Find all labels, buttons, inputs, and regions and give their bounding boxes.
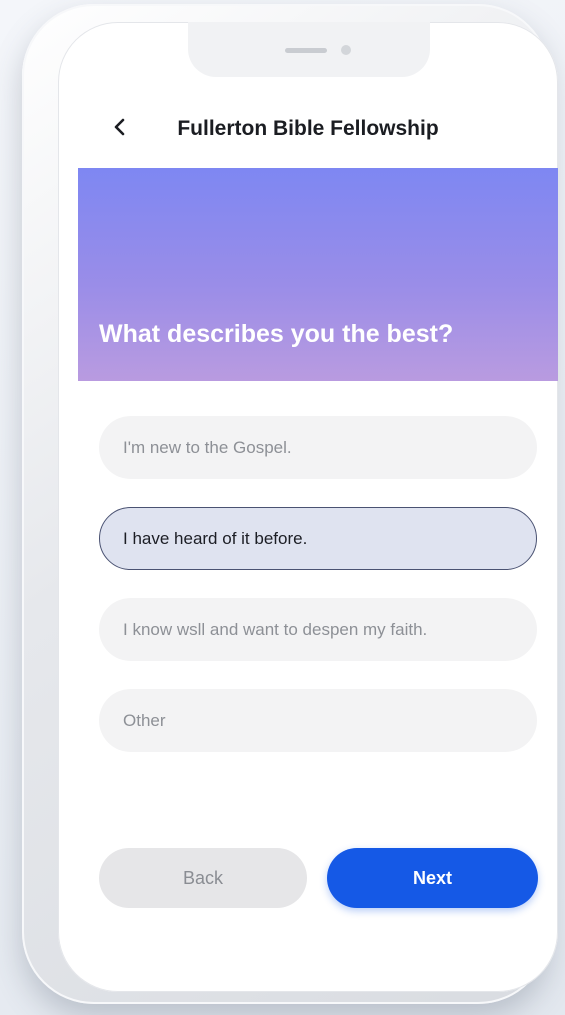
question-banner: What describes you the best? bbox=[78, 168, 558, 381]
question-heading: What describes you the best? bbox=[99, 320, 454, 348]
option-label: I have heard of it before. bbox=[123, 528, 308, 548]
next-button[interactable]: Next bbox=[327, 848, 538, 908]
phone-frame: Fullerton Bible Fellowship What describe… bbox=[22, 4, 558, 1004]
speaker-grille bbox=[285, 48, 327, 53]
chevron-left-icon[interactable] bbox=[108, 115, 132, 139]
option-other[interactable]: Other bbox=[99, 689, 537, 752]
phone-notch bbox=[188, 22, 430, 77]
option-new-to-gospel[interactable]: I'm new to the Gospel. bbox=[99, 416, 537, 479]
option-label: I know wsll and want to despen my faith. bbox=[123, 619, 428, 639]
option-deepen-faith[interactable]: I know wsll and want to despen my faith. bbox=[99, 598, 537, 661]
option-heard-before[interactable]: I have heard of it before. bbox=[99, 507, 537, 570]
navigation-bar: Fullerton Bible Fellowship bbox=[58, 107, 558, 151]
back-button[interactable]: Back bbox=[99, 848, 307, 908]
phone-screen: Fullerton Bible Fellowship What describe… bbox=[58, 22, 558, 992]
option-label: I'm new to the Gospel. bbox=[123, 437, 292, 457]
option-label: Other bbox=[123, 710, 166, 730]
page-title: Fullerton Bible Fellowship bbox=[177, 117, 439, 140]
front-camera-icon bbox=[341, 45, 351, 55]
